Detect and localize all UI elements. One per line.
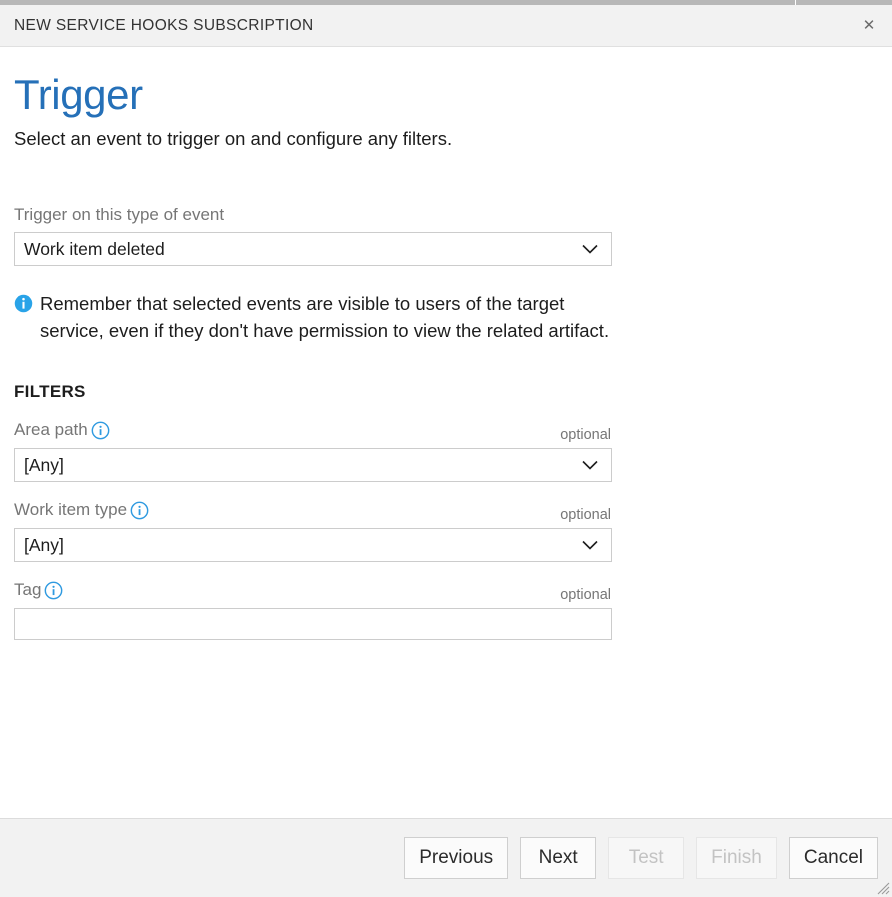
chevron-down-icon [579, 238, 601, 260]
filter-label-line: Area path optional [14, 418, 612, 442]
tag-label: Tag [14, 579, 41, 601]
cancel-button[interactable]: Cancel [789, 837, 878, 879]
area-path-value: [Any] [15, 449, 64, 481]
dialog-footer: Previous Next Test Finish Cancel [0, 818, 892, 897]
previous-button[interactable]: Previous [404, 837, 508, 879]
dialog-title: NEW SERVICE HOOKS SUBSCRIPTION [14, 17, 314, 35]
dialog-header: NEW SERVICE HOOKS SUBSCRIPTION ✕ [0, 5, 892, 47]
event-type-field: Trigger on this type of event Work item … [14, 204, 878, 266]
spacer [14, 151, 878, 204]
events-visibility-notice: Remember that selected events are visibl… [14, 290, 614, 344]
tag-optional-label: optional [560, 587, 611, 603]
info-outline-icon[interactable] [130, 501, 149, 520]
event-type-value: Work item deleted [15, 233, 165, 265]
test-button: Test [608, 837, 684, 879]
info-outline-icon[interactable] [44, 581, 63, 600]
page-title: Trigger [14, 47, 878, 121]
chevron-down-icon [579, 534, 601, 556]
filter-row-tag: Tag optional [14, 578, 878, 640]
event-type-select[interactable]: Work item deleted [14, 232, 612, 266]
chevron-down-icon [579, 454, 601, 476]
close-icon[interactable]: ✕ [852, 9, 886, 41]
area-path-optional-label: optional [560, 427, 611, 443]
area-path-select[interactable]: [Any] [14, 448, 612, 482]
work-item-type-select[interactable]: [Any] [14, 528, 612, 562]
event-type-label: Trigger on this type of event [14, 204, 224, 226]
work-item-type-optional-label: optional [560, 507, 611, 523]
next-button[interactable]: Next [520, 837, 596, 879]
info-filled-icon [14, 294, 33, 313]
resize-grip-icon[interactable] [874, 879, 890, 895]
page-subtitle: Select an event to trigger on and config… [14, 121, 878, 151]
info-outline-icon[interactable] [91, 421, 110, 440]
new-service-hooks-subscription-dialog: NEW SERVICE HOOKS SUBSCRIPTION ✕ Trigger… [0, 0, 892, 897]
area-path-label: Area path [14, 419, 88, 441]
filter-row-area-path: Area path optional [Any] [14, 418, 878, 482]
filter-label-line: Tag optional [14, 578, 612, 602]
filter-label-line: Work item type optional [14, 498, 612, 522]
work-item-type-label: Work item type [14, 499, 127, 521]
work-item-type-value: [Any] [15, 529, 64, 561]
filters-heading: FILTERS [14, 344, 878, 402]
filter-row-work-item-type: Work item type optional [Any] [14, 498, 878, 562]
dialog-body: Trigger Select an event to trigger on an… [0, 47, 892, 818]
tag-input[interactable] [14, 608, 612, 640]
notice-text: Remember that selected events are visibl… [40, 290, 614, 344]
finish-button: Finish [696, 837, 777, 879]
